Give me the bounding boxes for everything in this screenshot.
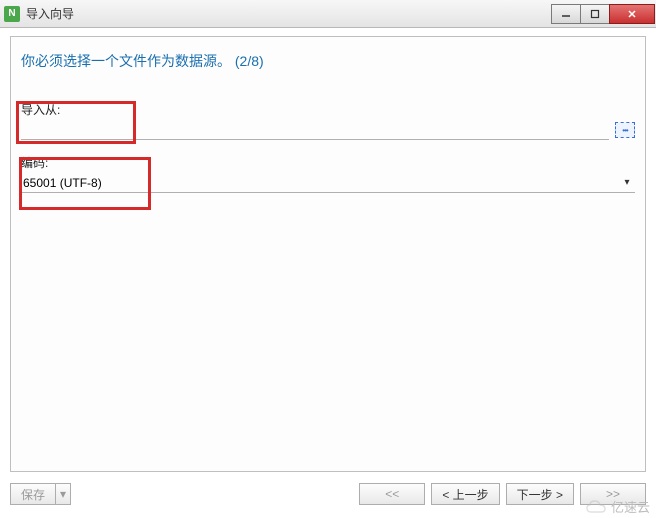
prev-button[interactable]: < 上一步 <box>431 483 499 505</box>
window-controls <box>552 4 655 24</box>
encoding-group: 编码: 65001 (UTF-8) ▾ <box>21 154 635 193</box>
browse-button[interactable]: ••• <box>615 122 635 138</box>
last-button[interactable]: >> <box>580 483 646 505</box>
maximize-button[interactable] <box>580 4 610 24</box>
chevron-down-icon: ▾ <box>60 487 66 501</box>
wizard-panel: 你必须选择一个文件作为数据源。 (2/8) 导入从: ••• 编码: 65001… <box>10 36 646 472</box>
import-from-label: 导入从: <box>21 101 635 118</box>
import-from-group: 导入从: ••• <box>21 101 635 140</box>
next-button[interactable]: 下一步 > <box>506 483 574 505</box>
window-title: 导入向导 <box>26 5 552 22</box>
save-button[interactable]: 保存 <box>10 483 56 505</box>
chevron-down-icon: ▾ <box>619 177 635 188</box>
wizard-nav: << < 上一步 下一步 > >> <box>359 483 646 505</box>
save-split-button: 保存 ▾ <box>10 483 71 505</box>
wizard-footer: 保存 ▾ << < 上一步 下一步 > >> <box>10 480 646 508</box>
app-icon: N <box>4 6 20 22</box>
encoding-select[interactable]: 65001 (UTF-8) ▾ <box>21 173 635 193</box>
save-label: 保存 <box>21 486 45 503</box>
first-button[interactable]: << <box>359 483 425 505</box>
close-button[interactable] <box>609 4 655 24</box>
titlebar: N 导入向导 <box>0 0 656 28</box>
ellipsis-icon: ••• <box>622 126 627 135</box>
import-from-input[interactable] <box>21 120 609 140</box>
encoding-value: 65001 (UTF-8) <box>21 176 619 190</box>
minimize-button[interactable] <box>551 4 581 24</box>
wizard-heading: 你必须选择一个文件作为数据源。 (2/8) <box>21 51 635 71</box>
save-caret-button[interactable]: ▾ <box>56 483 71 505</box>
encoding-label: 编码: <box>21 154 635 171</box>
